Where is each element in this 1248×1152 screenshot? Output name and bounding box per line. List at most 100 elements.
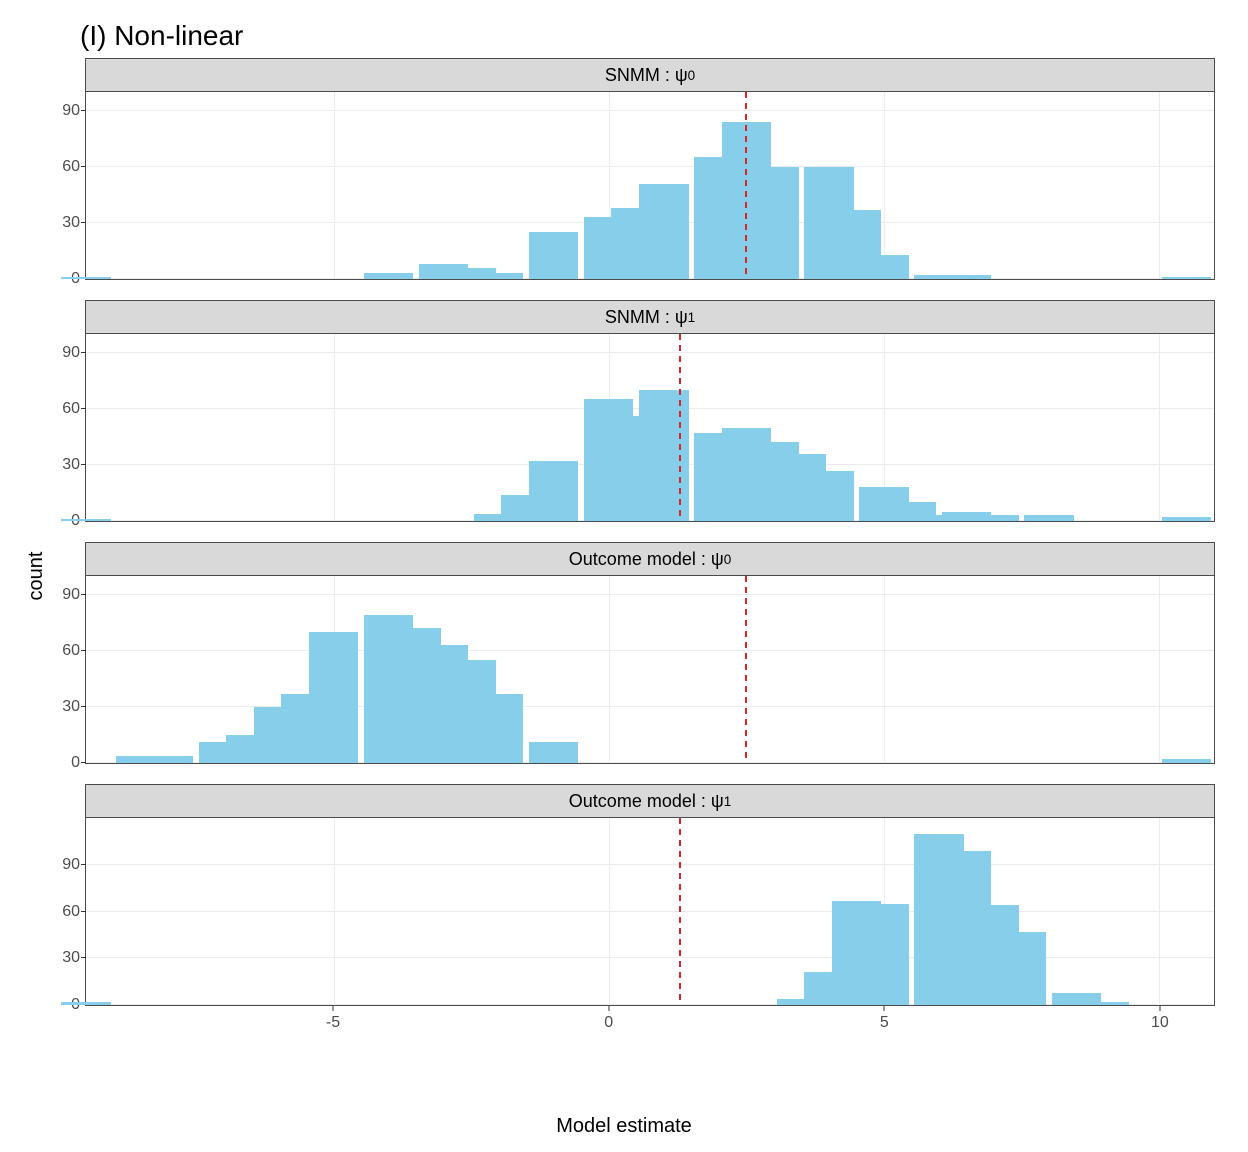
gridline-vertical: [334, 334, 335, 521]
gridline-horizontal: [86, 352, 1214, 353]
x-tick-label: 5: [880, 1014, 889, 1032]
reference-vline: [678, 818, 682, 1005]
gridline-vertical: [1159, 334, 1160, 521]
histogram-bar: [309, 632, 359, 763]
y-tick-mark: [81, 222, 86, 223]
facet-panel: SNMM : ψ10306090: [85, 300, 1215, 522]
y-tick-label: 30: [62, 214, 86, 232]
histogram-bar: [61, 519, 111, 521]
y-tick-mark: [81, 706, 86, 707]
plot-area: 0306090: [85, 334, 1215, 522]
facet-strip: Outcome model : ψ0: [85, 542, 1215, 576]
histogram-bar: [804, 471, 854, 521]
y-tick-label: 0: [71, 996, 86, 1014]
y-tick-mark: [81, 464, 86, 465]
facet-strip: Outcome model : ψ1: [85, 784, 1215, 818]
gridline-vertical: [609, 576, 610, 763]
gridline-vertical: [609, 818, 610, 1005]
figure: (I) Non-linear count SNMM : ψ00306090SNM…: [0, 0, 1248, 1152]
x-tick-label: 0: [604, 1014, 613, 1032]
facet-strip: SNMM : ψ1: [85, 300, 1215, 334]
figure-title: (I) Non-linear: [80, 20, 243, 52]
plot-area: 0306090: [85, 576, 1215, 764]
gridline-vertical: [884, 92, 885, 279]
histogram-bar: [749, 167, 799, 279]
y-tick-label: 60: [62, 642, 86, 660]
facet-panel: Outcome model : ψ00306090: [85, 542, 1215, 764]
reference-vline: [744, 576, 748, 763]
y-tick-label: 90: [62, 856, 86, 874]
histogram-bar: [1162, 517, 1212, 521]
facet-panel: SNMM : ψ00306090: [85, 58, 1215, 280]
x-tick-mark: [884, 1006, 885, 1011]
histogram-bar: [1024, 515, 1074, 521]
y-tick-mark: [81, 864, 86, 865]
y-tick-label: 90: [62, 102, 86, 120]
histogram-bar: [144, 756, 194, 763]
histogram-bar: [529, 742, 579, 763]
y-axis-label: count: [25, 552, 48, 601]
histogram-bar: [969, 515, 1019, 521]
y-tick-label: 90: [62, 586, 86, 604]
gridline-vertical: [1159, 576, 1160, 763]
y-tick-mark: [81, 911, 86, 912]
gridline-vertical: [334, 92, 335, 279]
y-tick-label: 90: [62, 344, 86, 362]
y-tick-label: 0: [71, 512, 86, 530]
histogram-bar: [364, 273, 414, 279]
y-tick-mark: [81, 762, 86, 763]
gridline-horizontal: [86, 650, 1214, 651]
gridline-horizontal: [86, 594, 1214, 595]
x-ticks: -5 0 5 10: [85, 1006, 1215, 1036]
facet-panel: Outcome model : ψ10306090 -5 0 5 10: [85, 784, 1215, 1036]
y-tick-mark: [81, 650, 86, 651]
y-tick-label: 60: [62, 158, 86, 176]
gridline-horizontal: [86, 110, 1214, 111]
x-tick-mark: [1159, 1006, 1160, 1011]
histogram-bar: [61, 277, 111, 279]
histogram-bar: [997, 932, 1047, 1005]
y-tick-mark: [81, 957, 86, 958]
y-tick-label: 60: [62, 400, 86, 418]
y-tick-mark: [81, 166, 86, 167]
y-tick-mark: [81, 594, 86, 595]
histogram-bar: [859, 255, 909, 279]
histogram-bar: [859, 904, 909, 1005]
y-tick-label: 30: [62, 698, 86, 716]
histogram-bar: [639, 184, 689, 279]
gridline-horizontal: [86, 864, 1214, 865]
histogram-bar: [942, 275, 992, 279]
gridline-vertical: [1159, 92, 1160, 279]
facet-strip: SNMM : ψ0: [85, 58, 1215, 92]
gridline-vertical: [1159, 818, 1160, 1005]
plot-area: 0306090: [85, 92, 1215, 280]
histogram-bar: [1162, 759, 1212, 763]
histogram-bar: [61, 1002, 111, 1005]
histogram-bar: [529, 232, 579, 279]
histogram-bar: [1079, 1002, 1129, 1005]
y-tick-label: 0: [71, 270, 86, 288]
gridline-horizontal: [86, 166, 1214, 167]
y-tick-mark: [81, 352, 86, 353]
x-axis-label: Model estimate: [0, 1115, 1248, 1138]
histogram-bar: [1162, 277, 1212, 279]
plot-area: 0306090: [85, 818, 1215, 1006]
y-tick-label: 60: [62, 903, 86, 921]
y-tick-label: 30: [62, 456, 86, 474]
x-tick-mark: [333, 1006, 334, 1011]
histogram-bar: [474, 694, 524, 763]
gridline-vertical: [334, 818, 335, 1005]
y-tick-label: 0: [71, 754, 86, 772]
panels-container: SNMM : ψ00306090SNMM : ψ10306090Outcome …: [85, 58, 1215, 1088]
histogram-bar: [474, 273, 524, 279]
reference-vline: [678, 334, 682, 521]
reference-vline: [744, 92, 748, 279]
gridline-horizontal: [86, 911, 1214, 912]
y-tick-mark: [81, 110, 86, 111]
x-tick-label: -5: [326, 1014, 340, 1032]
histogram-bar: [529, 461, 579, 521]
x-tick-mark: [608, 1006, 609, 1011]
gridline-vertical: [884, 576, 885, 763]
y-tick-mark: [81, 408, 86, 409]
x-tick-label: 10: [1151, 1014, 1169, 1032]
